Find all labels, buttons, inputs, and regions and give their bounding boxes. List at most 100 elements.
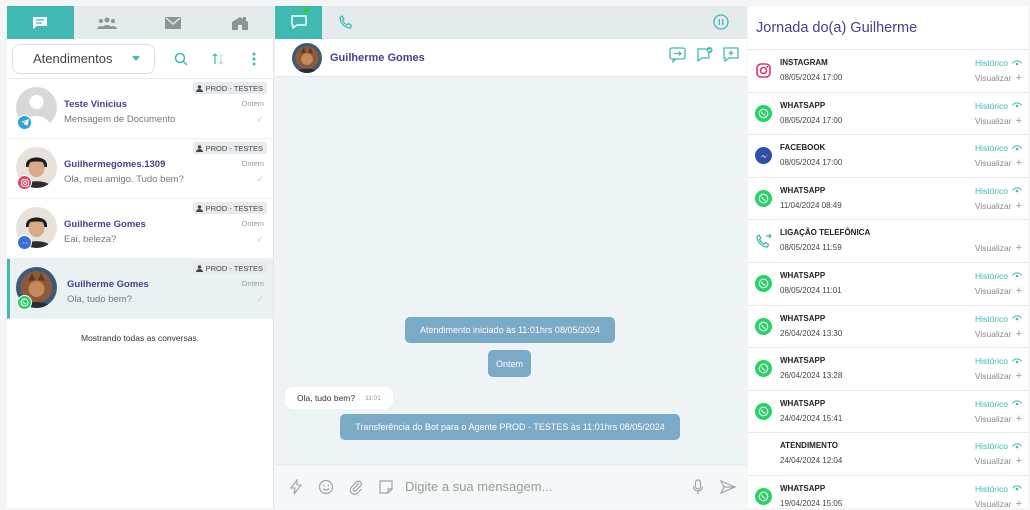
plus-icon: + bbox=[1015, 455, 1022, 468]
history-link[interactable]: Histórico bbox=[975, 143, 1022, 153]
plus-icon: + bbox=[1015, 114, 1022, 127]
journey-channel: WHATSAPP bbox=[780, 185, 826, 195]
view-link[interactable]: Visualizar + bbox=[975, 114, 1022, 127]
eye-icon bbox=[1012, 443, 1022, 449]
conversation-list: PROD - TESTES Teste Vinicius Mensagem de… bbox=[7, 79, 273, 319]
transfer-icon bbox=[669, 47, 686, 63]
finish-chat-button[interactable] bbox=[696, 47, 713, 63]
conversation-item[interactable]: PROD - TESTES Teste Vinicius Mensagem de… bbox=[7, 79, 273, 139]
history-link[interactable]: Histórico bbox=[975, 186, 1022, 196]
conversation-time: Ontem bbox=[241, 279, 264, 288]
tag-label: PROD - TESTES bbox=[205, 83, 263, 93]
view-link[interactable]: Visualizar + bbox=[974, 285, 1022, 296]
tab-email[interactable] bbox=[140, 6, 207, 39]
eye-icon bbox=[1012, 315, 1022, 321]
plus-icon: + bbox=[1015, 72, 1022, 84]
emoji-button[interactable] bbox=[311, 472, 341, 502]
view-link[interactable]: Visualizar + bbox=[975, 72, 1022, 84]
whatsapp-icon bbox=[755, 487, 772, 505]
department-tag: PROD - TESTES bbox=[192, 262, 267, 274]
pause-button[interactable] bbox=[707, 8, 735, 36]
search-button[interactable] bbox=[167, 44, 195, 74]
conversation-last-message: Eai, beleza? bbox=[64, 234, 117, 245]
new-note-button[interactable] bbox=[723, 47, 739, 63]
group-icon bbox=[96, 17, 117, 29]
quick-reply-button[interactable] bbox=[281, 472, 311, 502]
view-link[interactable]: Visualizar + bbox=[975, 455, 1022, 468]
journey-datetime: 08/05/2024 17:00 bbox=[780, 158, 843, 168]
view-link[interactable]: Visualizar + bbox=[974, 371, 1022, 382]
phone-transfer-icon bbox=[755, 232, 772, 249]
eye-icon bbox=[1012, 272, 1022, 278]
history-label: Histórico bbox=[974, 143, 1008, 154]
more-options-button[interactable] bbox=[240, 44, 268, 74]
contact-avatar bbox=[292, 42, 322, 73]
journey-list: INSTAGRAM 08/05/2024 17:00 Histórico Visual… bbox=[748, 49, 1028, 510]
journey-datetime: 08/05/2024 17:00 bbox=[780, 73, 843, 82]
eye-icon bbox=[1012, 102, 1022, 109]
history-link[interactable]: Histórico bbox=[975, 101, 1022, 111]
history-link[interactable]: Histórico bbox=[975, 441, 1022, 451]
pause-icon bbox=[713, 14, 729, 30]
conversation-item[interactable]: PROD - TESTES Guilherme Gomes Eai, belez… bbox=[7, 199, 273, 259]
journey-event: WHATSAPP 26/04/2024 13:28 Histórico Visuali… bbox=[748, 347, 1028, 390]
history-link[interactable]: Histórico bbox=[975, 314, 1022, 324]
history-link[interactable]: Histórico bbox=[975, 58, 1022, 68]
history-link[interactable]: Histórico bbox=[975, 271, 1022, 281]
tag-label: PROD - TESTES bbox=[205, 263, 263, 273]
message-input[interactable]: Digite a sua mensagem... bbox=[401, 479, 683, 494]
history-link[interactable]: Histórico bbox=[975, 356, 1022, 366]
journey-channel: WHATSAPP bbox=[780, 356, 826, 366]
attach-button[interactable] bbox=[341, 472, 371, 502]
view-link[interactable]: Visualizar + bbox=[975, 413, 1022, 424]
smile-icon bbox=[318, 479, 334, 494]
eye-icon bbox=[1012, 315, 1022, 322]
tab-contacts[interactable] bbox=[73, 6, 140, 39]
message-time: 11:01 bbox=[365, 394, 381, 402]
whatsapp-icon bbox=[755, 104, 772, 122]
add-note-icon bbox=[723, 47, 739, 63]
history-label: Histórico bbox=[974, 185, 1008, 196]
history-label: Histórico bbox=[974, 100, 1008, 111]
voice-message-button[interactable] bbox=[683, 472, 713, 502]
eye-icon bbox=[1012, 485, 1022, 491]
history-link[interactable]: Histórico bbox=[975, 399, 1022, 409]
tab-home[interactable] bbox=[206, 6, 273, 39]
department-select[interactable]: Atendimentos bbox=[12, 43, 156, 74]
tab-chats[interactable] bbox=[7, 6, 74, 39]
send-button[interactable] bbox=[713, 472, 743, 502]
home-icon bbox=[231, 16, 249, 30]
view-link[interactable]: Visualizar + bbox=[975, 243, 1022, 254]
view-link[interactable]: Visualizar + bbox=[974, 200, 1022, 211]
history-label: Histórico bbox=[974, 58, 1008, 68]
online-indicator bbox=[303, 7, 309, 14]
journey-datetime: 11/04/2024 08:49 bbox=[780, 200, 842, 210]
view-label: Visualizar bbox=[974, 285, 1012, 296]
view-link[interactable]: Visualizar + bbox=[975, 498, 1022, 509]
chat-icon bbox=[32, 16, 48, 30]
history-link[interactable]: Histórico bbox=[975, 484, 1022, 494]
date-divider-text: Ontem bbox=[495, 358, 523, 369]
view-label: Visualizar bbox=[974, 200, 1012, 211]
view-link[interactable]: Visualizar + bbox=[975, 158, 1022, 169]
transfer-chat-button[interactable] bbox=[669, 47, 686, 63]
conversation-time: Ontem bbox=[241, 99, 264, 108]
tab-phone[interactable] bbox=[322, 6, 369, 39]
system-message-start: Atendimento iniciado às 11:01hrs 08/05/2… bbox=[405, 317, 615, 343]
journey-datetime: 26/04/2024 13:28 bbox=[780, 371, 843, 381]
conversation-item-active[interactable]: PROD - TESTES Guilherme Gomes Ola, tudo … bbox=[7, 259, 273, 319]
template-button[interactable] bbox=[371, 472, 401, 502]
eye-icon bbox=[1012, 485, 1022, 492]
tab-chat[interactable] bbox=[275, 5, 322, 39]
checkmark-icon: ✓ bbox=[256, 234, 264, 244]
eye-icon bbox=[1012, 187, 1022, 193]
conversation-item[interactable]: PROD - TESTES Guilhermegomes.1309 Ola, m… bbox=[7, 139, 273, 199]
eye-icon bbox=[1012, 400, 1022, 407]
view-link[interactable]: Visualizar + bbox=[975, 328, 1022, 339]
journey-datetime: 26/04/2024 13:30 bbox=[780, 328, 843, 338]
sort-button[interactable] bbox=[204, 44, 232, 74]
journey-event: INSTAGRAM 08/05/2024 17:00 Histórico Visual… bbox=[748, 49, 1028, 92]
search-icon bbox=[174, 52, 188, 66]
eye-icon bbox=[1012, 358, 1022, 365]
view-label: Visualizar bbox=[974, 371, 1012, 382]
